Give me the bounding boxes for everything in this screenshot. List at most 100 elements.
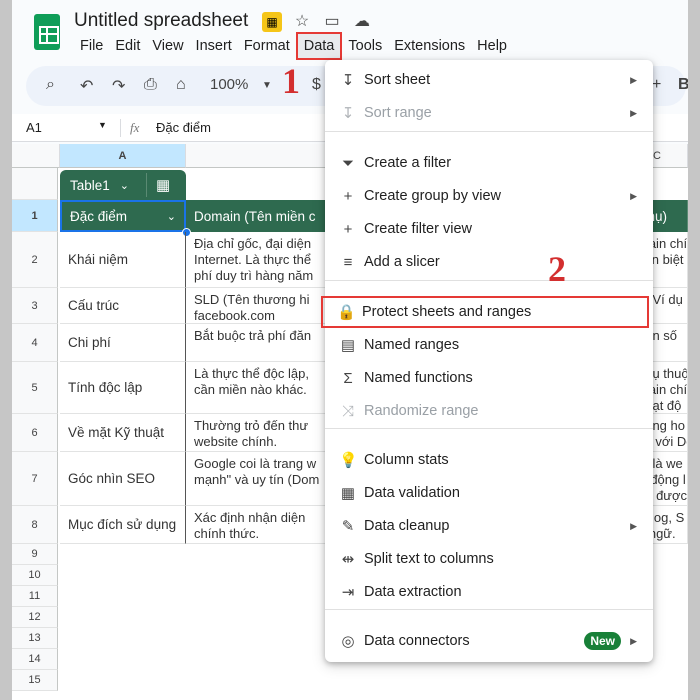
move-folder-icon[interactable]: ▭ [322, 12, 342, 32]
menu-format[interactable]: Format [238, 36, 296, 60]
plus-icon[interactable]: + [652, 76, 661, 94]
table-cell-b[interactable]: Là thực thể độc lập, cần miền nào khác. [186, 362, 326, 414]
table-cell-b[interactable]: Địa chỉ gốc, đại diện Internet. Là thực … [186, 232, 326, 288]
row-number[interactable]: 9 [12, 544, 58, 565]
row-number[interactable]: 7 [12, 452, 58, 506]
menu-item-named-ranges[interactable]: ▤ Named ranges [325, 329, 653, 361]
table-cell-a[interactable]: Về mặt Kỹ thuật [60, 414, 186, 452]
submenu-arrow-icon: ▶ [630, 107, 637, 118]
table-name: Table1 [70, 177, 110, 193]
paint-format-icon[interactable]: ⌂ [176, 76, 186, 94]
menu-item-sort-range: ↧ Sort range ▶ [325, 97, 653, 129]
cloud-status-icon[interactable]: ☁ [352, 12, 372, 32]
table-cell-b[interactable]: Bắt buộc trả phí đăn [186, 324, 326, 362]
row-number[interactable]: 8 [12, 506, 58, 544]
sort-icon: ↧ [341, 72, 355, 89]
menu-item-create-a-filter[interactable]: ⏷ Create a filter [325, 147, 653, 179]
header-label: Đặc điểm [70, 208, 128, 224]
search-icon[interactable]: ⌕ [46, 76, 55, 94]
menu-item-data-connectors[interactable]: ◎ Data connectors New ▶ [325, 625, 653, 657]
offline-badge-icon[interactable]: ▦ [262, 12, 282, 32]
menu-item-label: Named ranges [364, 337, 460, 353]
menu-item-label: Randomize range [364, 403, 479, 419]
menu-edit[interactable]: Edit [109, 36, 146, 60]
row-number[interactable]: 4 [12, 324, 58, 362]
menu-file[interactable]: File [74, 36, 109, 60]
validation-icon: ▦ [340, 485, 356, 502]
table-view-icon[interactable]: ▦ [156, 176, 170, 194]
row-number[interactable]: 10 [12, 565, 58, 586]
menu-separator [325, 131, 653, 132]
menu-item-randomize-range: ⤨ Randomize range [325, 395, 653, 427]
header-cell-b[interactable]: Domain (Tên miền c [186, 200, 326, 232]
table-cell-a[interactable]: Góc nhìn SEO [60, 452, 186, 506]
sort-icon: ↧ [341, 105, 355, 122]
menu-item-create-group-by-view[interactable]: + Create group by view ▶ [325, 180, 653, 212]
chevron-down-icon[interactable]: ⌄ [167, 210, 176, 223]
menu-item-label: Sort sheet [364, 72, 431, 88]
menu-item-data-cleanup[interactable]: ✎ Data cleanup ▶ [325, 510, 653, 542]
row-number[interactable] [12, 168, 58, 200]
redo-icon[interactable]: ↷ [112, 76, 125, 96]
menu-view[interactable]: View [146, 36, 189, 60]
row-number[interactable]: 1 [12, 200, 58, 232]
select-all-corner[interactable] [12, 144, 60, 168]
table-cell-a[interactable]: Chi phí [60, 324, 186, 362]
menu-tools[interactable]: Tools [342, 36, 388, 60]
menu-insert[interactable]: Insert [190, 36, 238, 60]
zoom-select[interactable]: 100% [210, 76, 248, 93]
table-cell-a[interactable]: Cấu trúc [60, 288, 186, 324]
table-cell-a[interactable]: Khái niệm [60, 232, 186, 288]
row-number[interactable]: 6 [12, 414, 58, 452]
table-cell-b[interactable]: Thường trỏ đến thư website chính. [186, 414, 326, 452]
shuffle-icon: ⤨ [341, 402, 354, 420]
print-icon[interactable]: ⎙ [144, 76, 157, 94]
menu-item-column-stats[interactable]: 💡 Column stats [325, 444, 653, 476]
data-menu-dropdown: ↧ Sort sheet ▶ ↧ Sort range ▶ ⏷ Create a f… [321, 60, 653, 662]
star-icon[interactable]: ☆ [292, 12, 312, 32]
table-cell-b[interactable]: Xác định nhận diện chính thức. [186, 506, 326, 544]
chevron-down-icon[interactable]: ▼ [262, 80, 272, 91]
menu-item-protect-sheets-and-ranges[interactable]: 🔒 Protect sheets and ranges [321, 296, 649, 328]
menu-extensions[interactable]: Extensions [388, 36, 471, 60]
menu-separator [325, 280, 653, 281]
table-cell-a[interactable]: Tính độc lập [60, 362, 186, 414]
menu-item-data-extraction[interactable]: ⇥ Data extraction [325, 576, 653, 608]
menu-item-data-validation[interactable]: ▦ Data validation [325, 477, 653, 509]
row-number[interactable]: 14 [12, 649, 58, 670]
currency-icon[interactable]: $ [312, 76, 321, 94]
menu-help[interactable]: Help [471, 36, 513, 60]
row-number[interactable]: 12 [12, 607, 58, 628]
row-number[interactable]: 5 [12, 362, 58, 414]
menu-item-label: Create a filter [364, 155, 452, 171]
formula-input[interactable]: Đặc điểm [156, 120, 211, 135]
row-number[interactable]: 11 [12, 586, 58, 607]
undo-icon[interactable]: ↶ [80, 76, 93, 96]
menu-item-label: Named functions [364, 370, 473, 386]
table-cell-a[interactable]: Mục đích sử dụng [60, 506, 186, 544]
row-number[interactable]: 3 [12, 288, 58, 324]
chevron-down-icon[interactable]: ⌄ [120, 179, 129, 192]
step-2-annotation: 2 [548, 249, 566, 289]
menu-item-create-filter-view[interactable]: + Create filter view [325, 213, 653, 245]
menu-item-label: Split text to columns [364, 551, 494, 567]
document-title[interactable]: Untitled spreadsheet [74, 10, 248, 32]
menu-item-named-functions[interactable]: Σ Named functions [325, 362, 653, 394]
table-name-chip[interactable]: Table1 ⌄ ▦ [60, 170, 186, 200]
name-box[interactable]: A1 [26, 120, 42, 135]
column-header-a[interactable]: A [60, 144, 186, 168]
row-number[interactable]: 15 [12, 670, 58, 691]
menu-data[interactable]: Data [295, 32, 343, 60]
table-cell-b[interactable]: Google coi là trang w mạnh" và uy tín (D… [186, 452, 326, 506]
row-number[interactable]: 2 [12, 232, 58, 288]
submenu-arrow-icon: ▶ [630, 520, 637, 531]
sheets-logo-icon[interactable] [34, 14, 60, 50]
menu-item-split-text-to-columns[interactable]: ⇹ Split text to columns [325, 543, 653, 575]
bold-icon[interactable]: B [678, 76, 688, 94]
table-cell-b[interactable]: SLD (Tên thương hi facebook.com [186, 288, 326, 324]
chevron-down-icon[interactable]: ▼ [98, 120, 107, 130]
row-number[interactable]: 13 [12, 628, 58, 649]
menu-item-sort-sheet[interactable]: ↧ Sort sheet ▶ [325, 64, 653, 96]
header-cell-a[interactable]: Đặc điểm ⌄ [60, 200, 186, 232]
menu-item-add-a-slicer[interactable]: ≡ Add a slicer [325, 246, 653, 278]
